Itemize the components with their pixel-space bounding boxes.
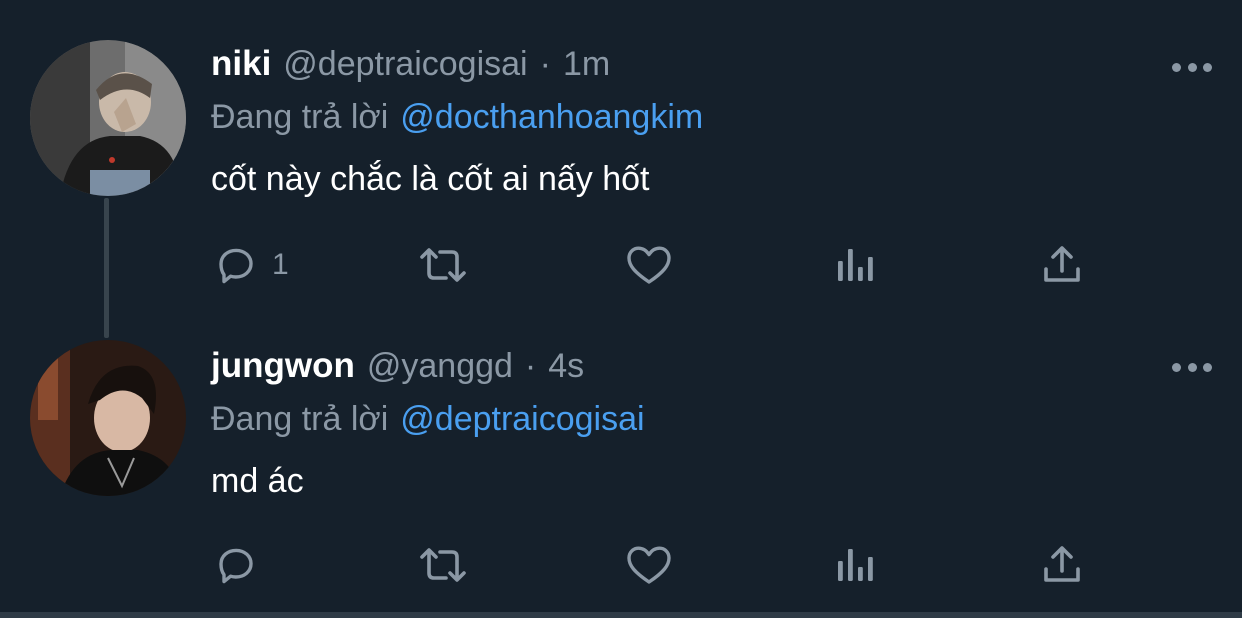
display-name[interactable]: niki xyxy=(211,44,271,84)
timestamp[interactable]: 4s xyxy=(548,347,584,386)
share-icon xyxy=(1044,546,1080,582)
separator-dot: · xyxy=(524,347,537,385)
tweet-actions xyxy=(0,540,1242,590)
user-handle[interactable]: @yanggd xyxy=(367,347,513,386)
user-handle[interactable]: @deptraicogisai xyxy=(283,45,527,84)
reply-mention-link[interactable]: @deptraicogisai xyxy=(400,400,644,438)
replying-to-label: Đang trả lời xyxy=(211,400,389,438)
like-button[interactable] xyxy=(624,240,674,290)
views-icon xyxy=(838,549,873,581)
more-dot xyxy=(1187,362,1197,372)
profile-photo-icon xyxy=(30,340,186,496)
more-dot xyxy=(1172,362,1181,372)
timeline: niki @deptraicogisai · 1m Đang trả lời @d… xyxy=(0,0,1242,618)
replying-to-label: Đang trả lời xyxy=(211,98,389,136)
more-dot xyxy=(1172,62,1181,72)
timestamp[interactable]: 1m xyxy=(563,45,610,84)
reply-icon xyxy=(219,548,253,584)
retweet-icon xyxy=(420,548,466,582)
tweet-actions: 1 xyxy=(0,240,1242,290)
retweet-icon xyxy=(420,248,466,282)
reply-button[interactable] xyxy=(212,540,272,590)
divider xyxy=(0,612,1242,618)
more-dot xyxy=(1203,62,1212,72)
more-dot xyxy=(1203,362,1212,372)
reply-button[interactable]: 1 xyxy=(212,240,289,290)
reply-count: 1 xyxy=(272,248,289,281)
display-name[interactable]: jungwon xyxy=(211,346,355,386)
tweet[interactable]: jungwon @yanggd · 4s Đang trả lời @deptra… xyxy=(0,310,1242,610)
share-icon xyxy=(1044,246,1080,282)
avatar[interactable] xyxy=(30,40,186,196)
retweet-button[interactable] xyxy=(414,540,472,590)
tweet-text: md ác xyxy=(211,462,304,500)
views-button[interactable] xyxy=(832,540,880,590)
retweet-button[interactable] xyxy=(414,240,472,290)
views-icon xyxy=(838,249,873,281)
more-dot xyxy=(1187,62,1197,72)
share-button[interactable] xyxy=(1038,540,1086,590)
tweet-text: cốt này chắc là cốt ai nấy hốt xyxy=(211,160,650,198)
share-button[interactable] xyxy=(1038,240,1086,290)
like-icon xyxy=(627,246,671,284)
reply-mention-link[interactable]: @docthanhoangkim xyxy=(400,98,703,136)
like-icon xyxy=(627,546,671,584)
profile-photo-icon xyxy=(30,40,186,196)
separator-dot: · xyxy=(539,45,551,83)
more-icon[interactable] xyxy=(1172,361,1212,373)
replying-to: Đang trả lời @deptraicogisai xyxy=(211,400,645,439)
tweet[interactable]: niki @deptraicogisai · 1m Đang trả lời @d… xyxy=(0,0,1242,310)
like-button[interactable] xyxy=(624,540,674,590)
reply-icon xyxy=(219,248,253,284)
tweet-header: niki @deptraicogisai · 1m xyxy=(211,44,1162,94)
views-button[interactable] xyxy=(832,240,880,290)
replying-to: Đang trả lời @docthanhoangkim xyxy=(211,98,703,137)
tweet-header: jungwon @yanggd · 4s xyxy=(211,346,1162,396)
avatar[interactable] xyxy=(30,340,186,496)
more-icon[interactable] xyxy=(1172,61,1212,73)
